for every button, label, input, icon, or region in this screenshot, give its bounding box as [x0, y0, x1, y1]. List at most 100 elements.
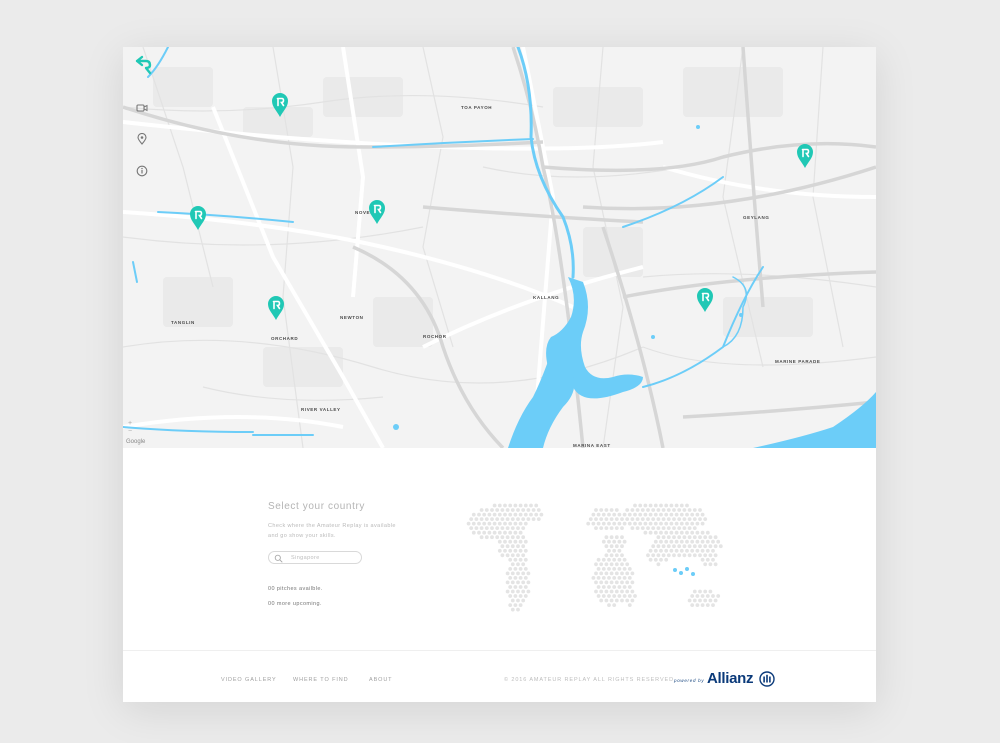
world-map-dot: [518, 576, 523, 580]
world-dot-map[interactable]: [463, 498, 743, 613]
world-map-dot: [510, 553, 515, 558]
world-map-dot: [672, 535, 676, 540]
pitch-marker-icon[interactable]: [796, 143, 814, 169]
world-map-highlight-dot[interactable]: [673, 568, 677, 572]
world-map-dot: [656, 517, 661, 521]
world-map-dot: [469, 526, 474, 530]
map-zoom-controls[interactable]: + −: [128, 420, 132, 436]
pitch-marker-icon[interactable]: [271, 92, 289, 118]
world-map-dot: [656, 526, 661, 530]
world-map-dot: [497, 548, 502, 553]
world-map-dot: [705, 603, 710, 607]
world-map-dot: [518, 603, 523, 607]
world-map-dot: [479, 517, 484, 521]
world-map-dot: [659, 530, 663, 535]
world-map-dot: [604, 508, 609, 512]
world-map-dot: [690, 530, 695, 535]
world-map-dot: [653, 503, 658, 508]
world-map-dot: [523, 512, 528, 517]
info-icon[interactable]: [136, 165, 148, 177]
world-map-dot: [497, 512, 502, 517]
footer-nav-video-gallery[interactable]: VIDEO GALLERY: [221, 677, 277, 683]
country-search[interactable]: [268, 551, 362, 564]
world-map-dot: [690, 539, 695, 544]
world-map-dot: [620, 526, 624, 530]
map-view[interactable]: TOA PAYOH NOVENA GEYLANG KALLANG TANGLIN…: [123, 47, 876, 448]
world-map-dot: [523, 567, 528, 571]
world-map-dot: [674, 521, 679, 526]
world-map-dot: [698, 589, 702, 594]
world-map-dot: [700, 548, 705, 553]
world-map-dot: [529, 503, 533, 508]
world-map-dot: [490, 517, 494, 521]
world-map-highlight-dot[interactable]: [679, 571, 683, 575]
world-map-dot: [695, 512, 700, 517]
zoom-out-button[interactable]: −: [128, 428, 132, 436]
world-map-dot: [599, 508, 604, 512]
world-map-dot: [510, 562, 515, 567]
world-map-dot: [526, 589, 531, 594]
world-map-highlight-dot[interactable]: [685, 567, 689, 571]
world-map-dot: [708, 535, 713, 540]
pitch-marker-icon[interactable]: [189, 205, 207, 231]
world-map-dot: [620, 571, 624, 576]
world-map-dot: [596, 512, 601, 517]
search-icon: [274, 554, 283, 563]
world-map-dot: [698, 598, 702, 603]
world-map-dot: [716, 594, 721, 598]
powered-by-label: powered by: [674, 678, 705, 683]
country-search-input[interactable]: [291, 553, 357, 562]
world-map-dot: [695, 594, 700, 598]
world-map-highlight-dot[interactable]: [691, 572, 695, 576]
world-map-dot: [516, 535, 520, 540]
copyright-text: © 2016 AMATEUR REPLAY All rights reserve…: [504, 677, 674, 683]
world-map-dot: [705, 557, 710, 562]
world-map-dot: [685, 539, 689, 544]
world-map-dot: [508, 512, 513, 517]
world-map-dot: [516, 598, 520, 603]
world-map-dot: [669, 530, 674, 535]
world-map-dot: [648, 512, 653, 517]
world-map-dot: [617, 548, 622, 553]
sponsor-logo-text[interactable]: Allianz: [707, 670, 754, 687]
world-map-dot: [690, 512, 695, 517]
location-pin-icon[interactable]: [136, 133, 148, 145]
footer-nav-where-to-find[interactable]: WHERE TO FIND: [293, 677, 349, 683]
world-map-dot: [664, 503, 669, 508]
world-map-dot: [674, 512, 679, 517]
world-map-dot: [594, 571, 598, 576]
map-area-label: RIVER VALLEY: [301, 407, 341, 412]
world-map-dot: [651, 553, 656, 558]
footer-nav-about[interactable]: ABOUT: [369, 677, 392, 683]
world-map-dot: [474, 517, 479, 521]
pitch-marker-icon[interactable]: [267, 295, 285, 321]
pitch-marker-icon[interactable]: [368, 199, 386, 225]
world-map-dot: [646, 508, 650, 512]
world-map-dot: [711, 557, 715, 562]
zoom-in-button[interactable]: +: [128, 420, 132, 428]
world-map-dot: [677, 553, 682, 558]
map-base: [123, 47, 876, 448]
world-map-dot: [497, 503, 502, 508]
world-map-dot: [505, 535, 510, 540]
world-map-dot: [620, 544, 624, 549]
world-map-dot: [648, 503, 653, 508]
world-map-dot: [518, 567, 523, 571]
world-map-dot: [503, 512, 507, 517]
back-arrow-logo-icon[interactable]: [133, 55, 153, 75]
world-map-dot: [646, 553, 650, 558]
pitch-marker-icon[interactable]: [696, 287, 714, 313]
video-camera-icon[interactable]: [136, 102, 148, 114]
world-map-dot: [521, 508, 526, 512]
world-map-dot: [487, 512, 492, 517]
world-map-dot: [622, 576, 627, 580]
world-map-dot: [521, 526, 526, 530]
world-map-dot: [633, 512, 637, 517]
world-map-dot: [622, 594, 627, 598]
world-map-dot: [620, 562, 624, 567]
google-attribution[interactable]: Google: [126, 439, 145, 445]
world-map-dot: [700, 530, 705, 535]
world-map-dot: [669, 521, 674, 526]
world-map-dot: [536, 508, 541, 512]
world-map-dot: [713, 544, 718, 549]
